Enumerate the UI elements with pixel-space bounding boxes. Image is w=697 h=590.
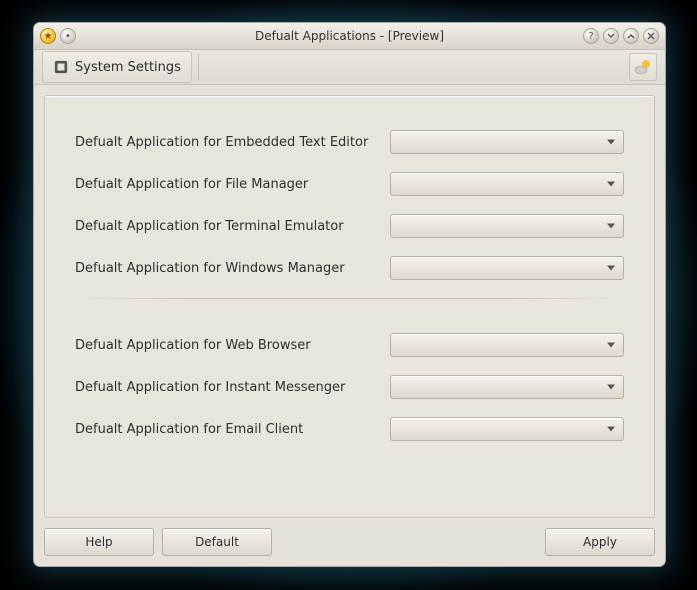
maximize-icon[interactable]: [623, 28, 639, 44]
chevron-down-icon: [607, 385, 615, 390]
system-settings-label: System Settings: [75, 60, 181, 75]
chevron-down-icon: [607, 266, 615, 271]
titlebar: ★ • Defualt Applications - [Preview] ?: [34, 23, 665, 50]
label-web-browser: Defualt Application for Web Browser: [75, 338, 390, 353]
combo-email-client[interactable]: [390, 417, 624, 441]
close-icon[interactable]: [643, 28, 659, 44]
window-title: Defualt Applications - [Preview]: [34, 29, 665, 43]
chevron-down-icon: [607, 182, 615, 187]
help-button[interactable]: Help: [44, 528, 154, 556]
window-menu-icon[interactable]: ★: [40, 28, 56, 44]
combo-web-browser[interactable]: [390, 333, 624, 357]
window: ★ • Defualt Applications - [Preview] ? S…: [33, 22, 666, 567]
label-text-editor: Defualt Application for Embedded Text Ed…: [75, 135, 390, 150]
combo-text-editor[interactable]: [390, 130, 624, 154]
label-email-client: Defualt Application for Email Client: [75, 422, 390, 437]
system-settings-tab[interactable]: System Settings: [42, 51, 192, 83]
row-file-manager: Defualt Application for File Manager: [75, 172, 624, 196]
toolbar: System Settings: [34, 50, 665, 85]
chevron-down-icon: [607, 343, 615, 348]
window-pin-icon[interactable]: •: [60, 28, 76, 44]
chevron-down-icon: [607, 427, 615, 432]
default-button[interactable]: Default: [162, 528, 272, 556]
row-instant-messenger: Defualt Application for Instant Messenge…: [75, 375, 624, 399]
label-instant-messenger: Defualt Application for Instant Messenge…: [75, 380, 390, 395]
weather-icon[interactable]: [629, 53, 657, 81]
help-icon[interactable]: ?: [583, 28, 599, 44]
row-terminal: Defualt Application for Terminal Emulato…: [75, 214, 624, 238]
combo-window-manager[interactable]: [390, 256, 624, 280]
combo-file-manager[interactable]: [390, 172, 624, 196]
minimize-icon[interactable]: [603, 28, 619, 44]
toolbar-separator: [198, 54, 199, 80]
settings-icon: [53, 59, 69, 75]
apply-button[interactable]: Apply: [545, 528, 655, 556]
content: Defualt Application for Embedded Text Ed…: [34, 85, 665, 566]
chevron-down-icon: [607, 224, 615, 229]
row-email-client: Defualt Application for Email Client: [75, 417, 624, 441]
combo-instant-messenger[interactable]: [390, 375, 624, 399]
row-window-manager: Defualt Application for Windows Manager: [75, 256, 624, 280]
row-text-editor: Defualt Application for Embedded Text Ed…: [75, 130, 624, 154]
label-file-manager: Defualt Application for File Manager: [75, 177, 390, 192]
chevron-down-icon: [607, 140, 615, 145]
button-bar: Help Default Apply: [44, 518, 655, 556]
label-window-manager: Defualt Application for Windows Manager: [75, 261, 390, 276]
combo-terminal[interactable]: [390, 214, 624, 238]
group-separator: [75, 298, 624, 299]
label-terminal: Defualt Application for Terminal Emulato…: [75, 219, 390, 234]
row-web-browser: Defualt Application for Web Browser: [75, 333, 624, 357]
settings-panel: Defualt Application for Embedded Text Ed…: [44, 95, 655, 518]
